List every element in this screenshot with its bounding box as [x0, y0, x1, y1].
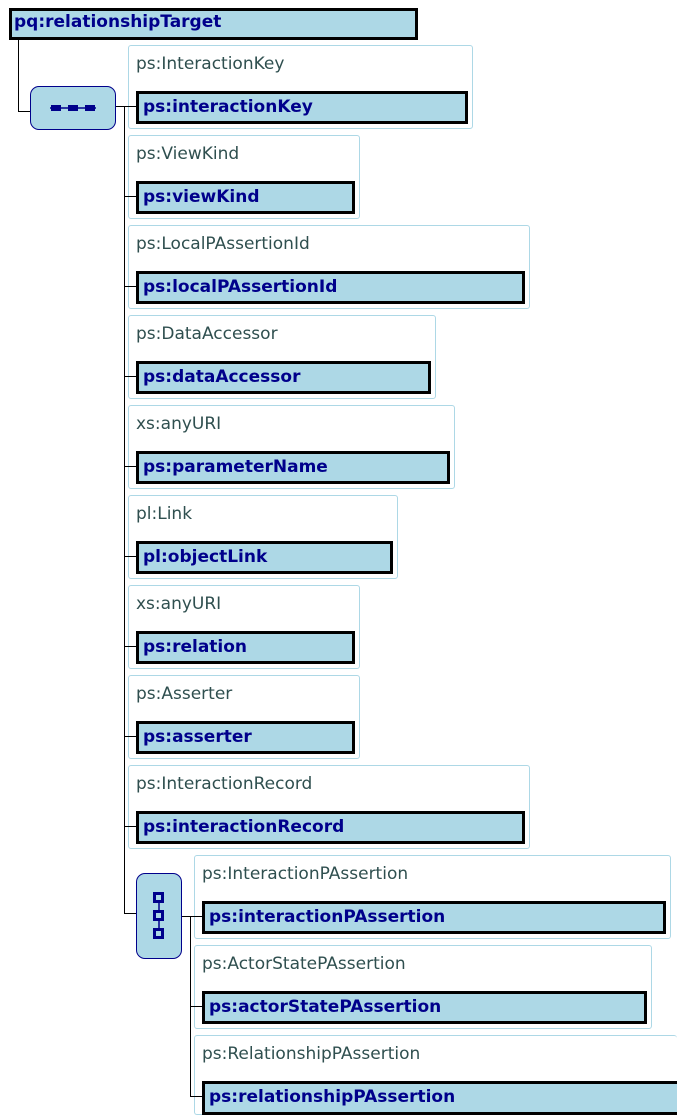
type-label: ps:ActorStatePAssertion: [202, 954, 406, 974]
type-label: xs:anyURI: [136, 414, 222, 434]
type-label: xs:anyURI: [136, 594, 222, 614]
element-data-accessor[interactable]: ps:dataAccessor: [136, 361, 431, 394]
element-asserter[interactable]: ps:asserter: [136, 721, 355, 754]
element-actor-state-passertion[interactable]: ps:actorStatePAssertion: [202, 991, 647, 1024]
element-view-kind[interactable]: ps:viewKind: [136, 181, 355, 214]
type-label: ps:ViewKind: [136, 144, 240, 164]
choice-compositor[interactable]: [136, 873, 182, 959]
type-label: ps:DataAccessor: [136, 324, 278, 344]
type-label: ps:Asserter: [136, 684, 233, 704]
element-object-link[interactable]: pl:objectLink: [136, 541, 393, 574]
type-label: ps:RelationshipPAssertion: [202, 1044, 421, 1064]
element-local-passertion-id[interactable]: ps:localPAssertionId: [136, 271, 525, 304]
type-label: pl:Link: [136, 504, 193, 524]
choice-compositor-icon: [153, 892, 164, 939]
element-parameter-name[interactable]: ps:parameterName: [136, 451, 450, 484]
root-element-relationship-target[interactable]: pq:relationshipTarget: [9, 8, 418, 40]
element-relationship-passertion[interactable]: ps:relationshipPAssertion: [202, 1081, 677, 1115]
sequence-compositor[interactable]: [30, 86, 116, 130]
element-interaction-record[interactable]: ps:interactionRecord: [136, 811, 525, 844]
element-interaction-key[interactable]: ps:interactionKey: [136, 91, 468, 124]
element-relation[interactable]: ps:relation: [136, 631, 355, 664]
type-label: ps:InteractionRecord: [136, 774, 313, 794]
element-interaction-passertion[interactable]: ps:interactionPAssertion: [202, 901, 666, 934]
sequence-compositor-icon: [50, 105, 96, 111]
type-label: ps:LocalPAssertionId: [136, 234, 310, 254]
type-label: ps:InteractionPAssertion: [202, 864, 409, 884]
type-label: ps:InteractionKey: [136, 54, 285, 74]
